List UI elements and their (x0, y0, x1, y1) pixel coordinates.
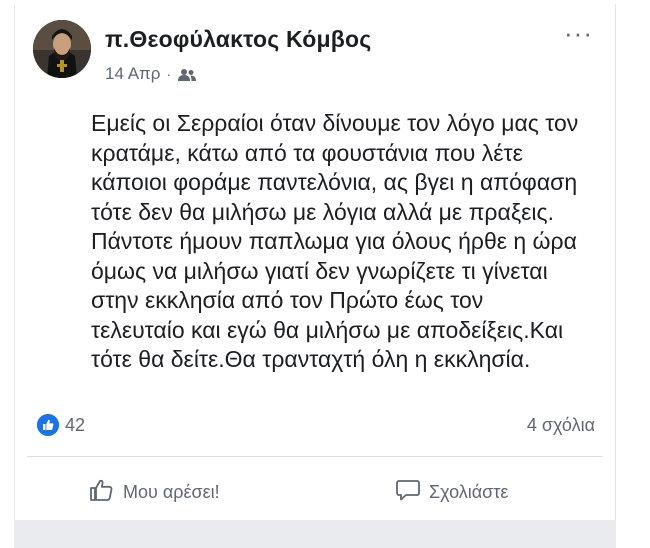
more-horizontal-icon[interactable]: ··· (564, 20, 593, 46)
divider (27, 456, 603, 457)
post-actions: Μου αρέσει! Σχολιάστε (15, 472, 615, 512)
meta-separator: · (166, 66, 172, 82)
speech-bubble-icon (395, 478, 421, 507)
feed-background (14, 520, 616, 548)
post-date[interactable]: 14 Απρ (105, 64, 160, 84)
comment-button[interactable]: Σχολιάστε (395, 472, 508, 512)
author-name[interactable]: π.Θεοφύλακτος Κόμβος (105, 26, 371, 53)
comments-count[interactable]: 4 σχόλια (527, 415, 595, 436)
reaction-count[interactable]: 42 (65, 415, 85, 436)
post-text: Εμείς οι Σερραίοι όταν δίνουμε τον λόγο … (91, 110, 579, 372)
facebook-post: π.Θεοφύλακτος Κόμβος 14 Απρ · ··· Εμείς … (14, 4, 616, 524)
avatar-image (33, 20, 91, 78)
like-button[interactable]: Μου αρέσει! (89, 472, 220, 512)
thumbs-up-icon (89, 478, 115, 507)
post-header: π.Θεοφύλακτος Κόμβος 14 Απρ · ··· (15, 4, 615, 94)
comment-label: Σχολιάστε (429, 481, 509, 502)
avatar[interactable] (33, 20, 91, 78)
friends-icon[interactable] (177, 67, 197, 81)
like-label: Μου αρέσει! (123, 481, 220, 502)
post-stats: 42 4 σχόλια (15, 412, 615, 442)
post-meta: 14 Απρ · (105, 64, 197, 84)
like-reaction-icon[interactable] (37, 414, 59, 436)
